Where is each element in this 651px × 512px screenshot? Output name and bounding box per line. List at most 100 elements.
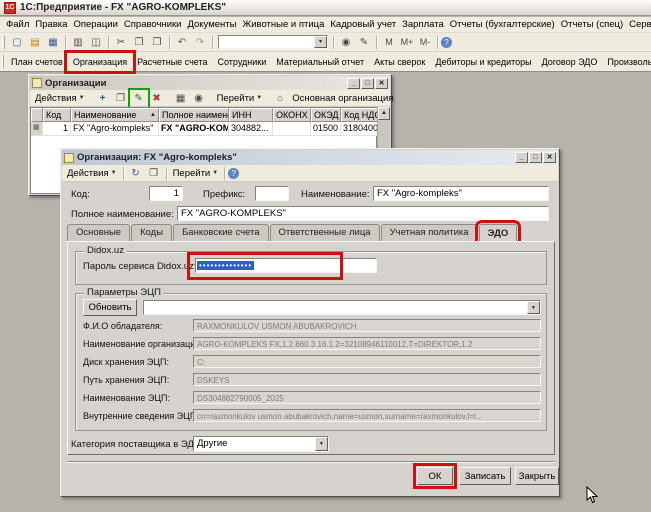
header-code[interactable]: Код — [43, 108, 71, 122]
close-button[interactable]: ✕ — [375, 77, 388, 89]
copy-icon[interactable]: ❐ — [146, 166, 162, 181]
copy-row-icon[interactable]: ❐ — [113, 91, 129, 106]
toolbar-grip[interactable] — [2, 55, 4, 68]
help-icon[interactable]: ? — [228, 167, 240, 179]
menu-service[interactable]: Сервис — [626, 18, 651, 31]
refresh-button[interactable]: Обновить — [83, 299, 137, 316]
quick-reconciliation-acts[interactable]: Акты сверок — [370, 55, 429, 69]
print-icon[interactable]: ▥ — [70, 35, 86, 50]
undo-icon[interactable]: ↶ — [174, 35, 190, 50]
cell-fullname[interactable]: FX "AGRO-KOMP... — [159, 122, 229, 136]
help-icon[interactable]: ? — [441, 36, 452, 48]
tab-main[interactable]: Основные — [67, 224, 131, 241]
tab-bank-accounts[interactable]: Банковские счета — [173, 224, 269, 241]
cell-name[interactable]: FX "Agro-kompleks" — [71, 122, 159, 136]
quick-edo-arbitrary-doc[interactable]: Произвольный документ ЭДО — [603, 55, 651, 69]
ecp-group-label: Параметры ЭЦП — [84, 287, 164, 298]
quick-organization[interactable]: Организация — [63, 49, 137, 74]
add-icon[interactable]: + — [95, 91, 111, 106]
tab-edo[interactable]: ЭДО — [474, 220, 522, 246]
fullname-field[interactable]: FX "AGRO-KOMPLEKS" — [177, 206, 549, 221]
quick-edo-contract[interactable]: Договор ЭДО — [538, 55, 602, 69]
category-combo[interactable]: Другие ▼ — [193, 436, 329, 452]
close-button[interactable]: ✕ — [543, 152, 556, 163]
edit-value-icon[interactable]: ✎ — [356, 35, 372, 50]
toolbar-separator — [333, 35, 334, 49]
menu-edit[interactable]: Правка — [32, 18, 70, 31]
quick-debtors-creditors[interactable]: Дебиторы и кредиторы — [431, 55, 535, 69]
header-name[interactable]: Наименование ▲ — [71, 108, 159, 122]
edit-icon[interactable]: ✎ — [127, 87, 150, 109]
calc-memory-minus-icon[interactable]: М- — [417, 35, 433, 50]
value-combo[interactable]: ▼ — [218, 35, 328, 49]
quick-chart-of-accounts[interactable]: План счетов — [7, 55, 67, 69]
toolbar-grip[interactable] — [2, 35, 5, 49]
copy-icon[interactable]: ❐ — [131, 35, 147, 50]
menu-operations[interactable]: Операции — [70, 18, 120, 31]
combo-arrow-icon[interactable]: ▼ — [314, 36, 327, 48]
paste-icon[interactable]: ❒ — [149, 35, 165, 50]
menu-documents[interactable]: Документы — [184, 18, 239, 31]
calc-memory-icon[interactable]: М — [381, 35, 397, 50]
cell-inn[interactable]: 304882... — [229, 122, 273, 136]
menu-hr[interactable]: Кадровый учет — [327, 18, 399, 31]
menu-reports-spec[interactable]: Отчеты (спец) — [558, 18, 626, 31]
save-icon[interactable]: ▦ — [45, 35, 61, 50]
toolbar-separator — [169, 35, 170, 49]
actions-button[interactable]: Действия ▼ — [64, 167, 120, 180]
reread-icon[interactable]: ↻ — [128, 166, 144, 181]
calc-memory-plus-icon[interactable]: М+ — [399, 35, 415, 50]
prefix-field[interactable] — [255, 186, 289, 201]
main-org-button[interactable]: Основная организация — [289, 92, 396, 105]
header-okonh[interactable]: ОКОНХ — [273, 108, 311, 122]
minimize-button[interactable]: _ — [515, 152, 528, 163]
goto-button[interactable]: Перейти ▼ — [214, 92, 266, 105]
minimize-button[interactable]: _ — [347, 77, 360, 89]
cut-icon[interactable]: ✂ — [113, 35, 129, 50]
header-fullname[interactable]: Полное наименов... — [159, 108, 229, 122]
find-icon[interactable]: ◉ — [338, 35, 354, 50]
save-button[interactable]: Записать — [459, 467, 511, 485]
actions-button[interactable]: Действия ▼ — [32, 92, 88, 105]
header-inn[interactable]: ИНН — [229, 108, 273, 122]
print-preview-icon[interactable]: ◫ — [88, 35, 104, 50]
scroll-up-icon[interactable]: ▲ — [378, 107, 390, 120]
app-title-bar: 1С 1С:Предприятие - FX "AGRO-KOMPLEKS" — [0, 0, 651, 16]
ecp-key-combo[interactable]: ▼ — [143, 300, 541, 315]
list-settings-icon[interactable]: ▦ — [173, 91, 189, 106]
open-file-icon[interactable]: ▤ — [27, 35, 43, 50]
menu-animals[interactable]: Животные и птица — [239, 18, 327, 31]
quick-material-report[interactable]: Материальный отчет — [272, 55, 368, 69]
menu-bar: Файл Правка Операции Справочники Докумен… — [0, 17, 651, 33]
delete-icon[interactable]: ✖ — [149, 91, 165, 106]
header-nds[interactable]: Код НДС — [341, 108, 379, 122]
close-button[interactable]: Закрыть — [515, 467, 559, 485]
menu-salary[interactable]: Зарплата — [399, 18, 447, 31]
name-field[interactable]: FX "Agro-kompleks" — [373, 186, 549, 201]
menu-catalogs[interactable]: Справочники — [121, 18, 185, 31]
ok-button[interactable]: ОК — [413, 463, 457, 489]
main-org-icon: ⌂ — [277, 92, 284, 104]
new-file-icon[interactable]: ▢ — [9, 35, 25, 50]
tab-codes[interactable]: Коды — [131, 224, 173, 241]
cell-okonh[interactable] — [273, 122, 311, 136]
maximize-button[interactable]: □ — [361, 77, 374, 89]
tab-accounting-policy[interactable]: Учетная политика — [380, 224, 478, 241]
code-field[interactable]: 1 — [149, 186, 183, 201]
menu-reports-acc[interactable]: Отчеты (бухгалтерские) — [447, 18, 558, 31]
quick-bank-accounts[interactable]: Расчетные счета — [133, 55, 211, 69]
tab-responsible[interactable]: Ответственные лица — [269, 224, 380, 241]
cell-nds[interactable]: 3180400... — [341, 122, 379, 136]
maximize-button[interactable]: □ — [529, 152, 542, 163]
redo-icon[interactable]: ↷ — [192, 35, 208, 50]
quick-employees[interactable]: Сотрудники — [214, 55, 271, 69]
table-row[interactable]: ▦ 1 FX "Agro-kompleks" FX "AGRO-KOMP... … — [31, 122, 379, 136]
goto-button[interactable]: Перейти ▼ — [170, 167, 222, 180]
cell-oked[interactable]: 01500 — [311, 122, 341, 136]
search-icon[interactable]: ◉ — [191, 91, 207, 106]
header-oked[interactable]: ОКЭД — [311, 108, 341, 122]
combo-arrow-icon[interactable]: ▼ — [315, 437, 328, 451]
menu-file[interactable]: Файл — [3, 18, 32, 31]
combo-arrow-icon[interactable]: ▼ — [527, 301, 540, 314]
cell-code[interactable]: 1 — [43, 122, 71, 136]
